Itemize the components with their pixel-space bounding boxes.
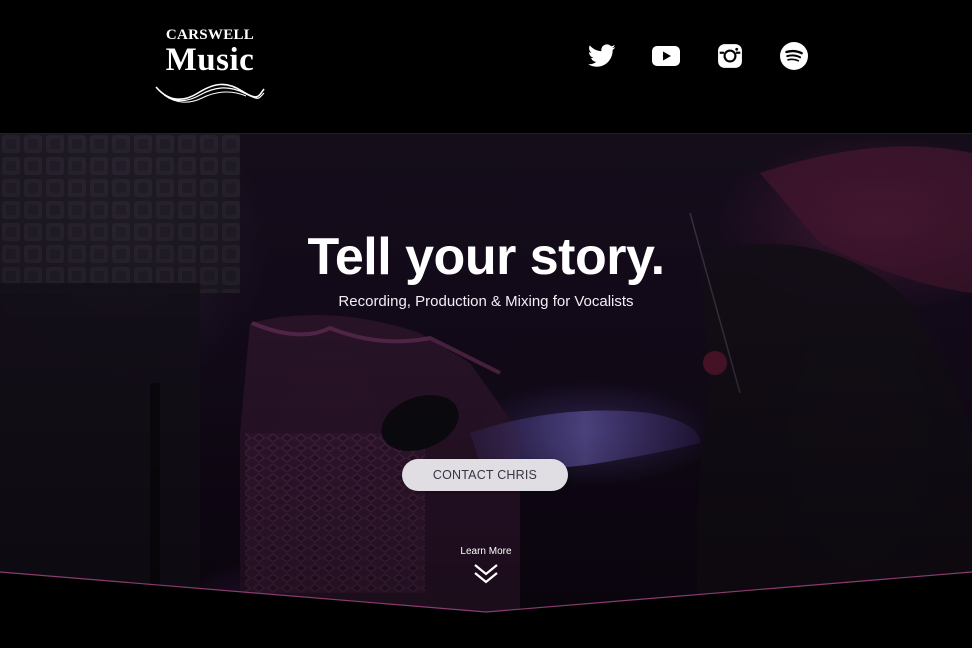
carswell-music-logo[interactable]: CARSWELL Music: [152, 24, 268, 108]
social-links: [586, 40, 810, 72]
logo-main-text: Music: [165, 42, 255, 78]
youtube-icon: [652, 46, 680, 66]
learn-more-label: Learn More: [460, 546, 512, 557]
hero-title: Tell your story.: [307, 228, 665, 286]
learn-more-link[interactable]: Learn More: [436, 545, 536, 585]
site-header: CARSWELL Music: [0, 0, 972, 134]
hero-subtitle: Recording, Production & Mixing for Vocal…: [338, 293, 634, 310]
instagram-link[interactable]: [714, 40, 746, 72]
spotify-icon: [780, 42, 808, 70]
double-chevron-down-icon: [474, 564, 498, 584]
spotify-link[interactable]: [778, 40, 810, 72]
twitter-link[interactable]: [586, 40, 618, 72]
youtube-link[interactable]: [650, 40, 682, 72]
contact-chris-button[interactable]: CONTACT CHRIS: [402, 459, 568, 491]
logo-wave-icon: [155, 83, 265, 103]
page: CARSWELL Music Tell your story. Recordin…: [0, 0, 972, 648]
twitter-icon: [588, 44, 616, 67]
instagram-icon: [718, 44, 742, 68]
